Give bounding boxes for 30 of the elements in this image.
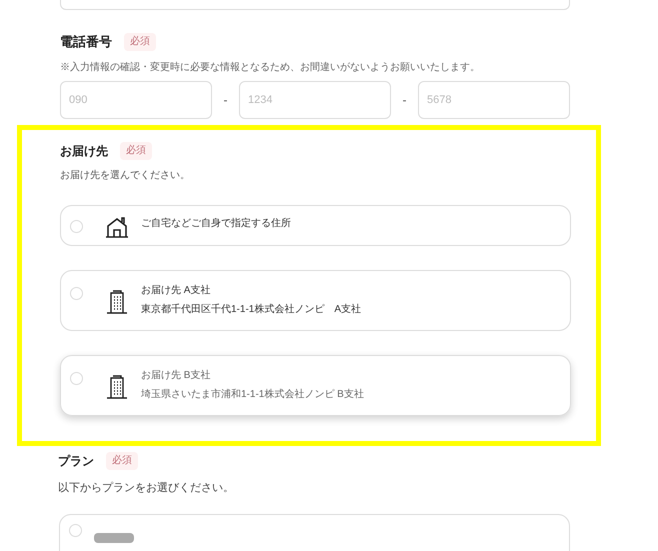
option-title: お届け先 A支社 [141, 284, 212, 298]
phone-input-field[interactable]: 090 [60, 80, 212, 118]
destination-label: お届け先 [60, 142, 108, 160]
dash-separator: - [222, 92, 228, 108]
option-title: お届け先 B支社 [141, 368, 212, 382]
phone-label: 電話番号 [60, 33, 112, 51]
required-badge: 必須 [120, 142, 152, 160]
required-badge: 必須 [124, 32, 156, 51]
option-address: ご自宅などご自身で指定する住所 [141, 216, 291, 230]
destination-option[interactable]: お届け先 B支社 埼玉県さいたま市浦和1-1-1株式会社ノンピ B支社 [60, 354, 571, 416]
radio-button[interactable] [70, 372, 83, 384]
destination-option[interactable]: お届け先 A支社 東京都千代田区千代1-1-1株式会社ノンピ A支社 [60, 270, 571, 330]
plan-hint: 以下からプランをお選びください。 [58, 480, 235, 496]
option-address: 埼玉県さいたま市浦和1-1-1株式会社ノンピ B支社 [141, 388, 364, 402]
building-icon [106, 290, 128, 314]
plan-image [94, 533, 134, 543]
radio-button[interactable] [69, 524, 82, 537]
building-icon [106, 374, 128, 398]
radio-button[interactable] [70, 286, 83, 300]
phone-note: ※入力情報の確認・変更時に必要な情報となるため、お間違いがないようお願いいたします。 [60, 60, 481, 74]
phone-input-field[interactable]: 5678 [418, 80, 570, 118]
radio-button[interactable] [70, 220, 83, 232]
option-address: 東京都千代田区千代1-1-1株式会社ノンピ A支社 [141, 302, 362, 316]
dash-separator: - [402, 92, 408, 108]
destination-hint: お届け先を選んでください。 [60, 168, 191, 182]
house-icon [105, 216, 129, 238]
required-badge: 必須 [106, 452, 138, 470]
phone-input-field[interactable]: 1234 [239, 80, 391, 118]
plan-label: プラン [58, 452, 94, 470]
destination-option[interactable]: ご自宅などご自身で指定する住所 [60, 204, 571, 246]
